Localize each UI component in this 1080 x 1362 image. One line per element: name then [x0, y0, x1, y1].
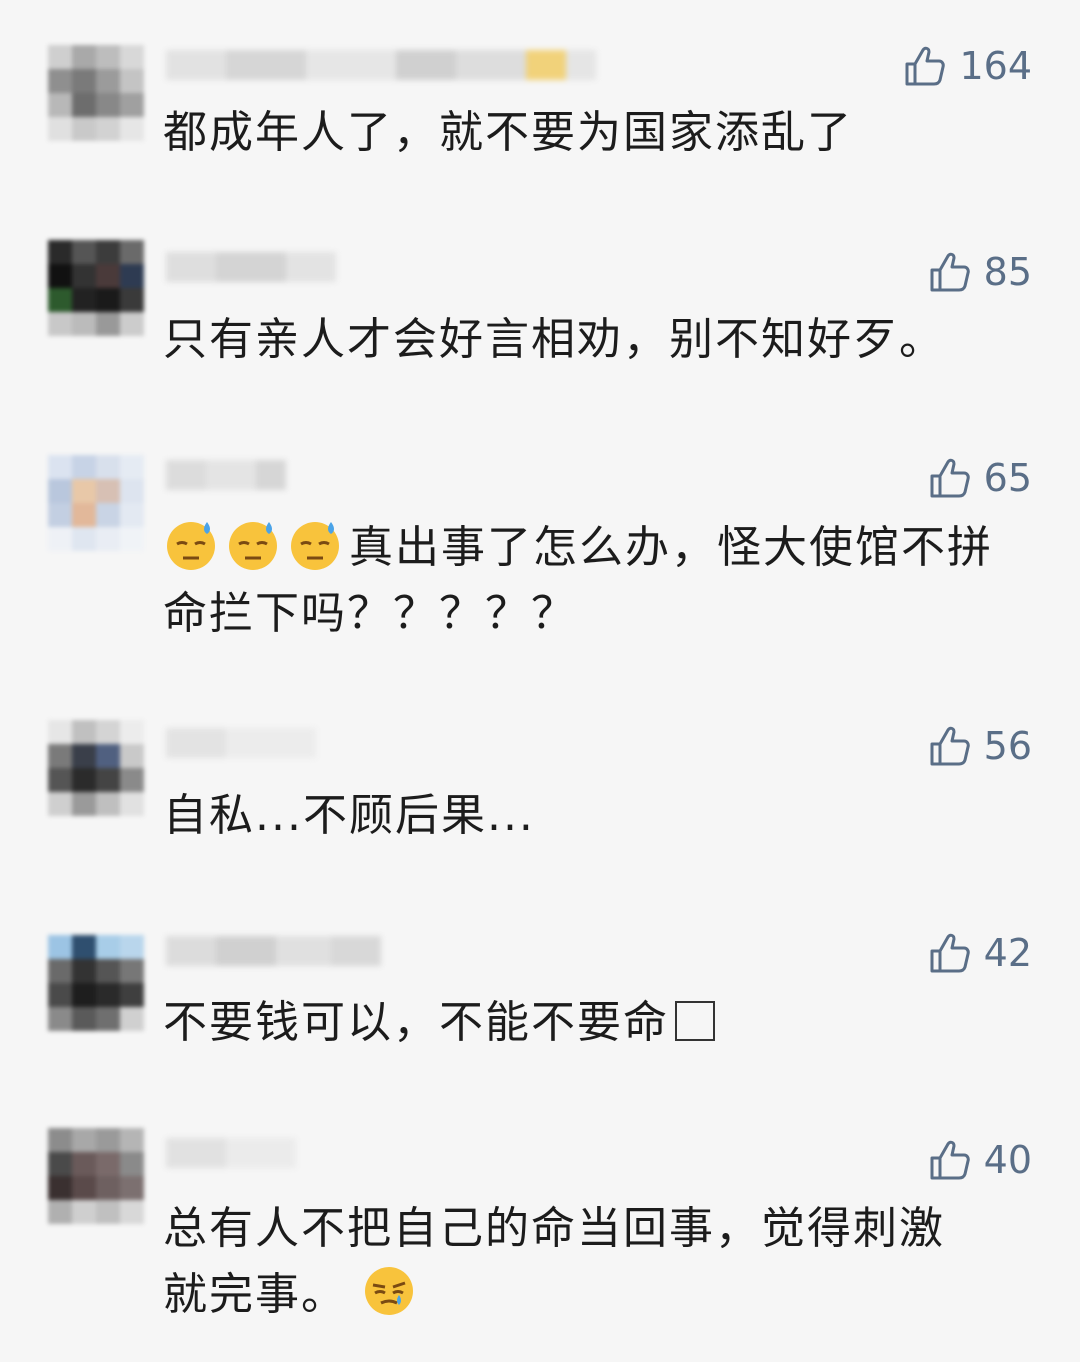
username[interactable] — [166, 50, 596, 80]
like-button[interactable]: 40 — [928, 1138, 1032, 1182]
like-count: 40 — [983, 1138, 1032, 1182]
avatar[interactable] — [48, 1128, 144, 1224]
like-button[interactable]: 42 — [928, 931, 1032, 975]
like-count: 42 — [983, 931, 1032, 975]
thumbs-up-icon — [930, 933, 970, 973]
missing-glyph-box — [675, 1001, 715, 1041]
sweat-face-emoji — [287, 516, 343, 572]
thumbs-up-icon — [930, 252, 970, 292]
comment-text: 真出事了怎么办，怪大使馆不拼 命拦下吗？？？？？ — [163, 515, 1034, 647]
like-count: 65 — [983, 456, 1032, 500]
sweat-face-emoji — [225, 516, 281, 572]
avatar[interactable] — [48, 935, 144, 1031]
thumbs-up-icon — [930, 726, 970, 766]
avatar[interactable] — [48, 45, 144, 141]
smirk-sweat-face-emoji — [361, 1263, 417, 1319]
like-button[interactable]: 65 — [928, 456, 1032, 500]
sweat-face-emoji — [163, 516, 219, 572]
comment-text: 只有亲人才会好言相劝，别不知好歹。 — [163, 314, 945, 365]
like-button[interactable]: 85 — [928, 250, 1032, 294]
username[interactable] — [166, 460, 286, 490]
username[interactable] — [166, 1138, 296, 1168]
like-count: 56 — [983, 724, 1032, 768]
thumbs-up-icon — [930, 458, 970, 498]
comment-text: 自私...不顾后果... — [163, 790, 535, 841]
like-count: 164 — [959, 44, 1032, 88]
like-button[interactable]: 56 — [928, 724, 1032, 768]
comment-text: 都成年人了，就不要为国家添乱了 — [163, 107, 853, 158]
username[interactable] — [166, 728, 316, 758]
avatar[interactable] — [48, 240, 144, 336]
like-count: 85 — [983, 250, 1032, 294]
username[interactable] — [166, 936, 381, 966]
username[interactable] — [166, 252, 336, 282]
comment-text: 不要钱可以，不能不要命 — [163, 990, 1034, 1056]
comment-text: 总有人不把自己的命当回事，觉得刺激 就完事。 — [163, 1203, 945, 1320]
avatar[interactable] — [48, 720, 144, 816]
thumbs-up-icon — [930, 1140, 970, 1180]
like-button[interactable]: 164 — [903, 44, 1032, 88]
avatar[interactable] — [48, 455, 144, 551]
thumbs-up-icon — [905, 46, 946, 86]
